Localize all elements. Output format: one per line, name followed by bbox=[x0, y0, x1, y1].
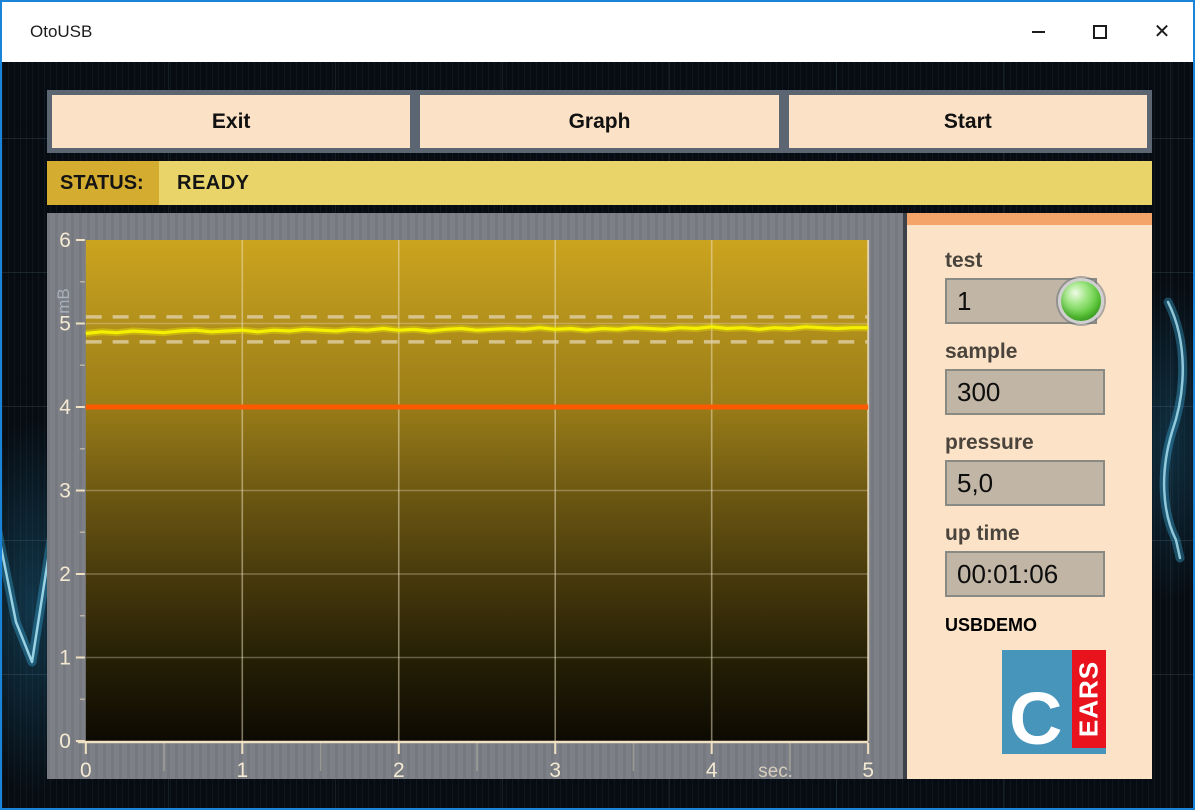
side-panel: test1 sample 300 pressure 5,0 up time 00:01:06… bbox=[907, 213, 1152, 779]
field-pressure: pressure 5,0 bbox=[907, 431, 1152, 506]
test-label: test bbox=[945, 249, 1152, 273]
window-controls: ✕ bbox=[1007, 2, 1193, 62]
svg-text:2: 2 bbox=[59, 563, 71, 586]
logo-side-text: EARS bbox=[1074, 661, 1105, 737]
logo-red-strip: EARS bbox=[1072, 650, 1106, 748]
logo-letter: C bbox=[1009, 684, 1062, 754]
svg-text:sec.: sec. bbox=[758, 761, 793, 779]
graph-button[interactable]: Graph bbox=[415, 90, 783, 153]
svg-text:3: 3 bbox=[59, 479, 71, 502]
app-window: OtoUSB ✕ ExitGraphStart STATUS: bbox=[0, 0, 1195, 810]
svg-text:5: 5 bbox=[862, 759, 874, 779]
sample-label: sample bbox=[945, 340, 1152, 364]
svg-text:0: 0 bbox=[80, 759, 92, 779]
device-label: USBDEMO bbox=[945, 615, 1152, 636]
minimize-button[interactable] bbox=[1007, 2, 1069, 62]
cears-logo: C EARS bbox=[1002, 650, 1106, 754]
window-title: OtoUSB bbox=[30, 22, 92, 42]
svg-text:4: 4 bbox=[706, 759, 718, 779]
status-bar: STATUS: READY bbox=[47, 161, 1152, 205]
svg-text:6: 6 bbox=[59, 229, 71, 252]
svg-text:5: 5 bbox=[59, 312, 71, 335]
maximize-button[interactable] bbox=[1069, 2, 1131, 62]
close-button[interactable]: ✕ bbox=[1131, 2, 1193, 62]
svg-text:2: 2 bbox=[393, 759, 405, 779]
pressure-chart: 0123456012345mBsec. bbox=[47, 213, 903, 779]
pressure-value-field[interactable]: 5,0 bbox=[945, 460, 1105, 506]
pressure-label: pressure bbox=[945, 431, 1152, 455]
status-label: STATUS: bbox=[47, 161, 159, 205]
uptime-value-field: 00:01:06 bbox=[945, 551, 1105, 597]
field-sample: sample 300 bbox=[907, 340, 1152, 415]
svg-text:3: 3 bbox=[549, 759, 561, 779]
svg-text:4: 4 bbox=[59, 396, 71, 419]
maximize-icon bbox=[1093, 25, 1107, 39]
toolbar: ExitGraphStart bbox=[47, 90, 1152, 153]
exit-button[interactable]: Exit bbox=[47, 90, 415, 153]
chart-panel: 0123456012345mBsec. bbox=[47, 213, 903, 779]
svg-text:1: 1 bbox=[59, 646, 71, 669]
close-icon: ✕ bbox=[1154, 22, 1171, 42]
uptime-label: up time bbox=[945, 522, 1152, 546]
field-uptime: up time 00:01:06 bbox=[907, 522, 1152, 597]
start-button[interactable]: Start bbox=[784, 90, 1152, 153]
field-list: test1 sample 300 pressure 5,0 up time 00:01:06 bbox=[907, 249, 1152, 597]
status-value: READY bbox=[159, 161, 1152, 205]
svg-text:0: 0 bbox=[59, 730, 71, 753]
svg-text:mB: mB bbox=[54, 288, 73, 313]
field-test: test1 bbox=[907, 249, 1152, 324]
sample-value-field[interactable]: 300 bbox=[945, 369, 1105, 415]
main-area: ExitGraphStart STATUS: READY 0 1 2 3 4 5 6 0 1 2 3… bbox=[2, 62, 1193, 808]
svg-text:1: 1 bbox=[236, 759, 248, 779]
panel-accent-strip bbox=[907, 213, 1152, 225]
test-led-indicator bbox=[1058, 278, 1104, 324]
minimize-icon bbox=[1032, 31, 1045, 33]
titlebar: OtoUSB ✕ bbox=[2, 2, 1193, 62]
